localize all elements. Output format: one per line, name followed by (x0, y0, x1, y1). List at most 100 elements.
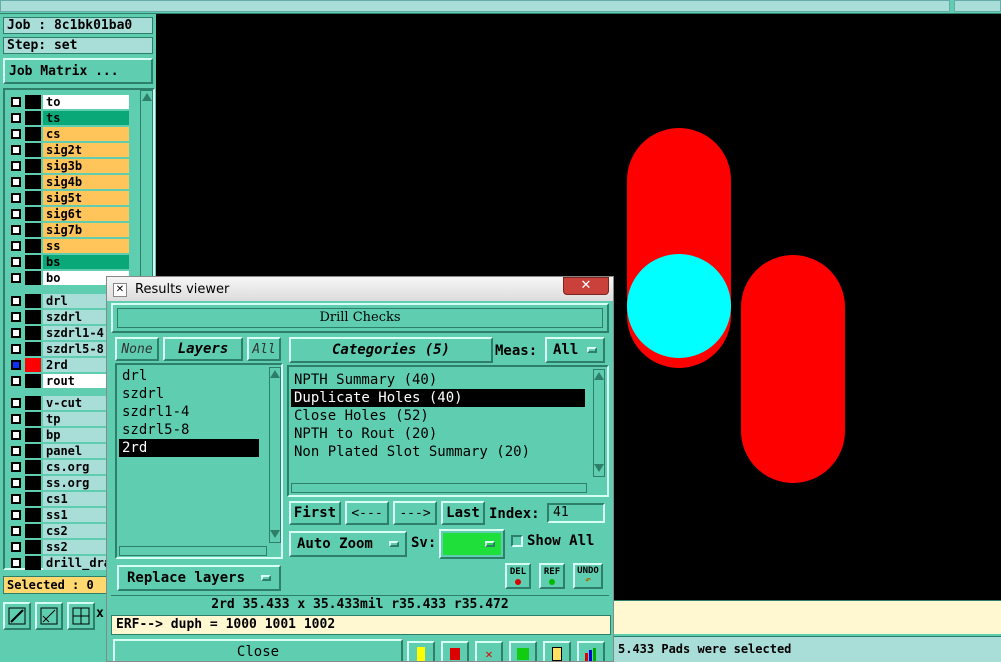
category-list-item[interactable]: Close Holes (52) (291, 407, 585, 425)
layer-checkbox[interactable] (11, 296, 21, 306)
close-button[interactable]: Close (113, 639, 403, 661)
layer-swatch[interactable] (25, 412, 41, 426)
report-tool-icon[interactable] (543, 641, 571, 661)
layer-swatch[interactable] (25, 239, 41, 253)
sv-color-select[interactable] (439, 529, 505, 559)
layer-row[interactable]: bs (5, 254, 133, 270)
highlight-tool-icon[interactable] (407, 641, 435, 661)
layer-row[interactable]: sig6t (5, 206, 133, 222)
scroll-up-arrow-icon[interactable] (594, 372, 604, 380)
layer-list-item[interactable]: 2rd (119, 439, 259, 457)
layer-swatch[interactable] (25, 111, 41, 125)
layer-checkbox[interactable] (11, 273, 21, 283)
layer-checkbox[interactable] (11, 494, 21, 504)
layer-row[interactable]: cs (5, 126, 133, 142)
layer-row[interactable]: sig4b (5, 174, 133, 190)
layer-name[interactable]: sig5t (43, 191, 129, 205)
select-tool-icon[interactable] (441, 641, 469, 661)
layer-row[interactable]: sig7b (5, 222, 133, 238)
all-button[interactable]: All (247, 337, 281, 361)
undo-button[interactable]: UNDO ↶ (573, 563, 603, 589)
delete-button[interactable]: DEL (505, 563, 531, 589)
zoom-box-icon[interactable] (35, 602, 63, 630)
layer-swatch[interactable] (25, 396, 41, 410)
job-matrix-button[interactable]: Job Matrix ... (3, 58, 153, 84)
layer-checkbox[interactable] (11, 510, 21, 520)
scroll-up-arrow-icon[interactable] (142, 93, 152, 101)
layer-swatch[interactable] (25, 207, 41, 221)
layer-checkbox[interactable] (11, 113, 21, 123)
layer-checkbox[interactable] (11, 193, 21, 203)
chart-tool-icon[interactable] (577, 641, 605, 661)
layer-checkbox[interactable] (11, 462, 21, 472)
scroll-up-arrow-icon[interactable] (270, 370, 280, 378)
layer-swatch[interactable] (25, 143, 41, 157)
layer-swatch[interactable] (25, 294, 41, 308)
layer-name[interactable]: cs (43, 127, 129, 141)
layer-row[interactable]: ss (5, 238, 133, 254)
layer-name[interactable]: sig7b (43, 223, 129, 237)
layer-swatch[interactable] (25, 310, 41, 324)
layer-checkbox[interactable] (11, 209, 21, 219)
layer-name[interactable]: sig6t (43, 207, 129, 221)
dialog-layer-scrollbar[interactable] (269, 367, 281, 543)
layer-swatch[interactable] (25, 326, 41, 340)
layer-row[interactable]: sig5t (5, 190, 133, 206)
layer-swatch[interactable] (25, 556, 41, 570)
layer-row[interactable]: ts (5, 110, 133, 126)
layer-name[interactable]: sig2t (43, 143, 129, 157)
grid-icon[interactable] (67, 602, 95, 630)
layer-checkbox[interactable] (11, 97, 21, 107)
layer-name[interactable]: ss (43, 239, 129, 253)
dialog-layer-hscroll[interactable] (119, 546, 267, 556)
layer-checkbox[interactable] (11, 478, 21, 488)
category-list-item[interactable]: NPTH Summary (40) (291, 371, 585, 389)
layer-swatch[interactable] (25, 223, 41, 237)
replace-layers-menu[interactable]: Replace layers (117, 565, 281, 591)
layer-checkbox[interactable] (11, 241, 21, 251)
layer-name[interactable]: ts (43, 111, 129, 125)
layer-checkbox[interactable] (11, 526, 21, 536)
reference-button[interactable]: REF (539, 563, 565, 589)
layer-checkbox[interactable] (11, 257, 21, 267)
layer-swatch[interactable] (25, 255, 41, 269)
layer-list-item[interactable]: szdrl1-4 (119, 403, 259, 421)
layer-list-item[interactable]: szdrl5-8 (119, 421, 259, 439)
layer-swatch[interactable] (25, 159, 41, 173)
none-button[interactable]: None (115, 337, 159, 361)
layer-list-item[interactable]: szdrl (119, 385, 259, 403)
dialog-titlebar[interactable]: ✕ Results viewer ✕ (107, 277, 613, 301)
category-scrollbar[interactable] (593, 369, 605, 477)
layer-scrollbar[interactable] (140, 90, 153, 280)
layer-name[interactable]: sig3b (43, 159, 129, 173)
layer-swatch[interactable] (25, 342, 41, 356)
layer-swatch[interactable] (25, 492, 41, 506)
layer-swatch[interactable] (25, 271, 41, 285)
command-line[interactable]: ERF--> duph = 1000 1001 1002 (111, 615, 611, 635)
layer-checkbox[interactable] (11, 225, 21, 235)
layer-checkbox[interactable] (11, 312, 21, 322)
layer-checkbox[interactable] (11, 542, 21, 552)
close-window-button[interactable]: ✕ (563, 277, 609, 295)
layer-checkbox[interactable] (11, 129, 21, 139)
layer-swatch[interactable] (25, 191, 41, 205)
categories-button[interactable]: Categories (5) (289, 337, 493, 363)
layer-row[interactable]: sig2t (5, 142, 133, 158)
erf-tool-icon[interactable]: ✕ (475, 641, 503, 661)
layer-checkbox[interactable] (11, 360, 21, 370)
layer-swatch[interactable] (25, 95, 41, 109)
category-list-item[interactable]: Non Plated Slot Summary (20) (291, 443, 585, 461)
index-input[interactable]: 41 (547, 503, 605, 523)
previous-button[interactable]: <--- (345, 501, 389, 525)
step-tool-icon[interactable] (509, 641, 537, 661)
category-list-item[interactable]: Duplicate Holes (40) (291, 389, 585, 407)
layer-swatch[interactable] (25, 358, 41, 372)
layer-checkbox[interactable] (11, 344, 21, 354)
show-all-checkbox[interactable] (511, 535, 523, 547)
layer-checkbox[interactable] (11, 430, 21, 440)
scroll-down-arrow-icon[interactable] (270, 530, 280, 538)
last-button[interactable]: Last (441, 501, 485, 525)
next-button[interactable]: ---> (393, 501, 437, 525)
layer-swatch[interactable] (25, 444, 41, 458)
layer-checkbox[interactable] (11, 177, 21, 187)
